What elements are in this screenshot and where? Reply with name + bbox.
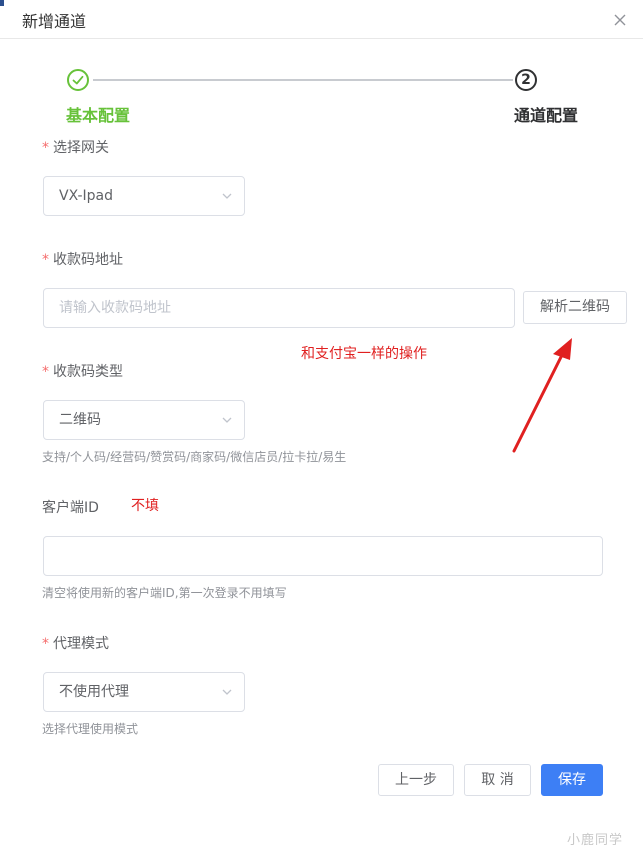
gateway-label: * 选择网关 — [42, 137, 109, 157]
dialog-header: 新增通道 — [0, 0, 643, 39]
prev-step-button[interactable]: 上一步 — [378, 764, 454, 796]
step-connector — [93, 79, 513, 81]
qr-type-select[interactable]: 二维码 — [43, 400, 245, 440]
gateway-select-value: VX-Ipad — [59, 188, 114, 204]
save-button[interactable]: 保存 — [541, 764, 603, 796]
required-mark: * — [42, 252, 49, 268]
required-mark: * — [42, 636, 49, 652]
required-mark: * — [42, 364, 49, 380]
not-fill-annotation: 不填 — [131, 498, 159, 514]
qr-address-label: * 收款码地址 — [42, 249, 123, 269]
proxy-mode-label-text: 代理模式 — [53, 636, 109, 652]
step-1-check-icon — [67, 69, 89, 91]
proxy-mode-hint: 选择代理使用模式 — [42, 722, 139, 736]
annotation-arrow-icon — [512, 338, 572, 453]
dialog-title: 新增通道 — [22, 12, 87, 31]
step-2-label: 通道配置 — [514, 106, 579, 125]
gateway-select[interactable]: VX-Ipad — [43, 176, 245, 216]
qr-address-placeholder: 请输入收款码地址 — [59, 300, 171, 316]
qr-type-select-value: 二维码 — [59, 412, 101, 428]
proxy-mode-label: * 代理模式 — [42, 633, 109, 653]
close-icon[interactable] — [612, 12, 628, 28]
proxy-mode-select-value: 不使用代理 — [59, 684, 129, 700]
add-channel-dialog: 新增通道 2 基本配置 通道配置 * 选择网关 VX-Ipad * 收款码地址 请输… — [0, 0, 643, 848]
qr-address-input[interactable]: 请输入收款码地址 — [43, 288, 515, 328]
step-1-label: 基本配置 — [66, 106, 131, 125]
client-id-label: 客户端ID — [42, 500, 99, 516]
gateway-label-text: 选择网关 — [53, 140, 109, 156]
proxy-mode-select[interactable]: 不使用代理 — [43, 672, 245, 712]
required-mark: * — [42, 140, 49, 156]
chevron-down-icon — [222, 689, 232, 695]
qr-type-label: * 收款码类型 — [42, 361, 123, 381]
parse-qr-button[interactable]: 解析二维码 — [523, 291, 627, 324]
step-2-number: 2 — [515, 69, 537, 91]
client-id-hint: 清空将使用新的客户端ID,第一次登录不用填写 — [42, 586, 287, 600]
chevron-down-icon — [222, 417, 232, 423]
client-id-input[interactable] — [43, 536, 603, 576]
qr-type-hint: 支持/个人码/经营码/赞赏码/商家码/微信店员/拉卡拉/易生 — [42, 450, 347, 464]
cancel-button[interactable]: 取 消 — [464, 764, 531, 796]
chevron-down-icon — [222, 193, 232, 199]
qr-type-label-text: 收款码类型 — [53, 364, 123, 380]
qr-address-label-text: 收款码地址 — [53, 252, 123, 268]
alipay-annotation: 和支付宝一样的操作 — [301, 346, 427, 362]
watermark: 小鹿同学 — [567, 833, 624, 848]
